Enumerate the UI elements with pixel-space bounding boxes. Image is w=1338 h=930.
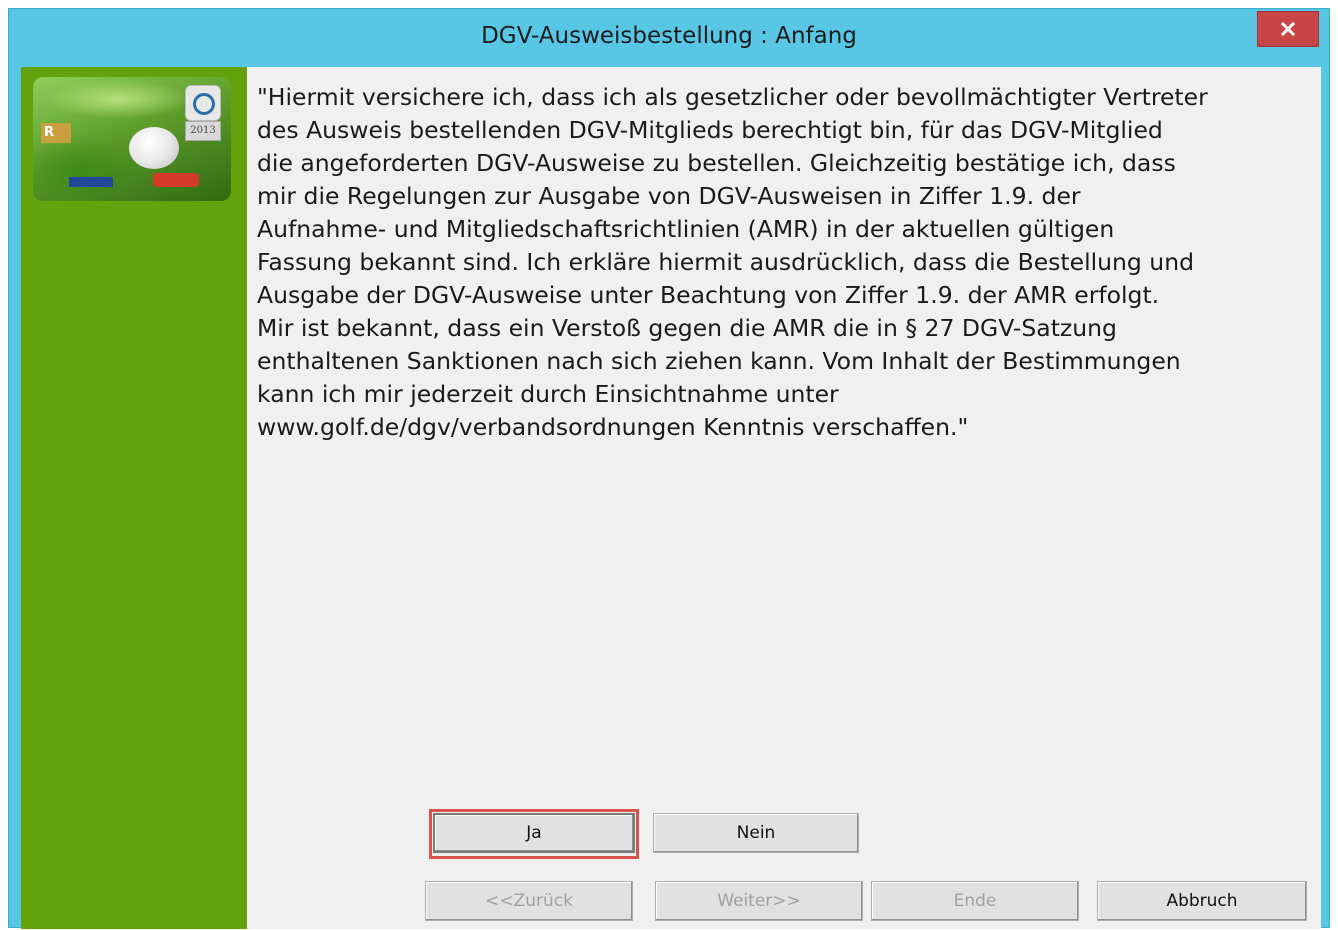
sponsor-red-icon [153,173,199,187]
declaration-text: "Hiermit versichere ich, dass ich als ge… [257,83,1208,441]
title-bar[interactable]: DGV-Ausweisbestellung : Anfang [9,9,1329,65]
cancel-button[interactable]: Abbruch [1097,881,1307,921]
end-button[interactable]: Ende [871,881,1079,921]
dgv-badge-icon [185,85,221,121]
back-button[interactable]: <<Zurück [425,881,633,921]
golf-sponsor-logo-icon: 2013 R [33,77,231,201]
dialog-window: DGV-Ausweisbestellung : Anfang 2013 R "H [8,8,1330,929]
logo-year: 2013 [185,121,221,141]
dialog-client-area: 2013 R "Hiermit versichere ich, dass ich… [21,67,1321,929]
next-button[interactable]: Weiter>> [655,881,863,921]
sponsor-blue-icon [69,177,113,187]
sidebar-panel: 2013 R [21,67,247,929]
close-icon [1280,22,1296,36]
window-title: DGV-Ausweisbestellung : Anfang [481,23,857,49]
close-button[interactable] [1257,11,1319,47]
nein-button[interactable]: Nein [653,813,859,853]
r-mark-icon: R [41,123,71,143]
golf-ball-icon [129,127,179,169]
ja-button[interactable]: Ja [433,813,635,853]
